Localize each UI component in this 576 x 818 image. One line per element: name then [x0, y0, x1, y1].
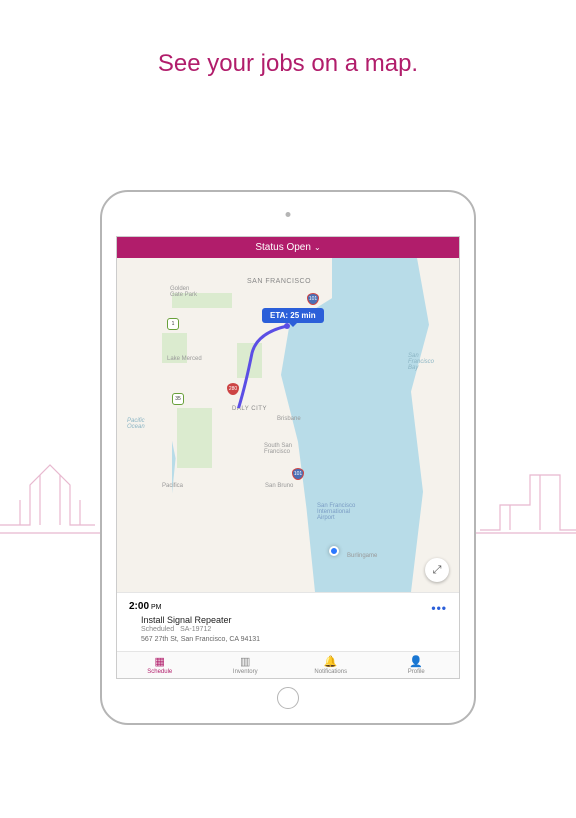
app-screen: Status Open⌄ SAN FRANCISCO DALY CITY Gol…	[116, 236, 460, 679]
status-filter-label: Status Open	[255, 242, 311, 253]
tab-schedule[interactable]: ▦ Schedule	[117, 652, 203, 678]
tab-profile[interactable]: 👤 Profile	[374, 652, 460, 678]
tab-label: Inventory	[233, 669, 258, 675]
marketing-headline: See your jobs on a map.	[0, 50, 576, 78]
map-park	[237, 343, 262, 378]
tablet-home-button	[277, 687, 299, 709]
map-label-place: Burlingame	[347, 553, 377, 559]
tab-inventory[interactable]: ▥ Inventory	[203, 652, 289, 678]
bell-icon: 🔔	[288, 656, 374, 668]
map-label-place: Pacifica	[162, 483, 183, 489]
map-label-place: San Francisco International Airport	[317, 503, 355, 521]
tab-label: Schedule	[147, 669, 172, 675]
chevron-down-icon: ⌄	[314, 243, 321, 252]
job-meta: Scheduled SA-19712	[141, 626, 447, 633]
compass-icon: ⤢	[433, 564, 442, 577]
tablet-device-frame: Status Open⌄ SAN FRANCISCO DALY CITY Gol…	[100, 190, 476, 725]
map-label-water: Pacific Ocean	[127, 418, 145, 430]
compass-button[interactable]: ⤢	[425, 558, 449, 582]
map-label-city: DALY CITY	[232, 406, 267, 412]
status-filter-bar[interactable]: Status Open⌄	[117, 237, 459, 258]
current-location-marker	[329, 546, 339, 556]
highway-shield: 35	[172, 393, 184, 405]
tab-label: Profile	[408, 669, 425, 675]
job-card[interactable]: ••• 2:00PM Install Signal Repeater Sched…	[117, 592, 459, 651]
barcode-icon: ▥	[203, 656, 289, 668]
job-more-button[interactable]: •••	[431, 601, 447, 615]
tab-label: Notifications	[314, 669, 347, 675]
job-title: Install Signal Repeater	[141, 615, 447, 625]
map-view[interactable]: SAN FRANCISCO DALY CITY Golden Gate Park…	[117, 258, 459, 592]
job-id: SA-19712	[180, 626, 211, 633]
map-label-place: Lake Merced	[167, 356, 202, 362]
tab-notifications[interactable]: 🔔 Notifications	[288, 652, 374, 678]
highway-shield: 1	[167, 318, 179, 330]
map-park	[177, 408, 212, 468]
calendar-icon: ▦	[117, 656, 203, 668]
map-label-city: SAN FRANCISCO	[247, 278, 311, 285]
job-status: Scheduled	[141, 626, 174, 633]
eta-badge: ETA: 25 min	[262, 308, 324, 323]
job-time-ampm: PM	[151, 604, 162, 611]
map-label-place: Brisbane	[277, 416, 301, 422]
map-label-place: South San Francisco	[264, 443, 292, 455]
tablet-camera	[286, 212, 291, 217]
person-icon: 👤	[374, 656, 460, 668]
job-address: 567 27th St, San Francisco, CA 94131	[141, 636, 447, 643]
map-label-place: Golden Gate Park	[170, 286, 197, 298]
job-time: 2:00PM	[129, 601, 447, 612]
map-label-water: San Francisco Bay	[408, 353, 434, 371]
job-time-value: 2:00	[129, 601, 149, 612]
tab-bar: ▦ Schedule ▥ Inventory 🔔 Notifications 👤…	[117, 651, 459, 678]
map-label-place: San Bruno	[265, 483, 293, 489]
